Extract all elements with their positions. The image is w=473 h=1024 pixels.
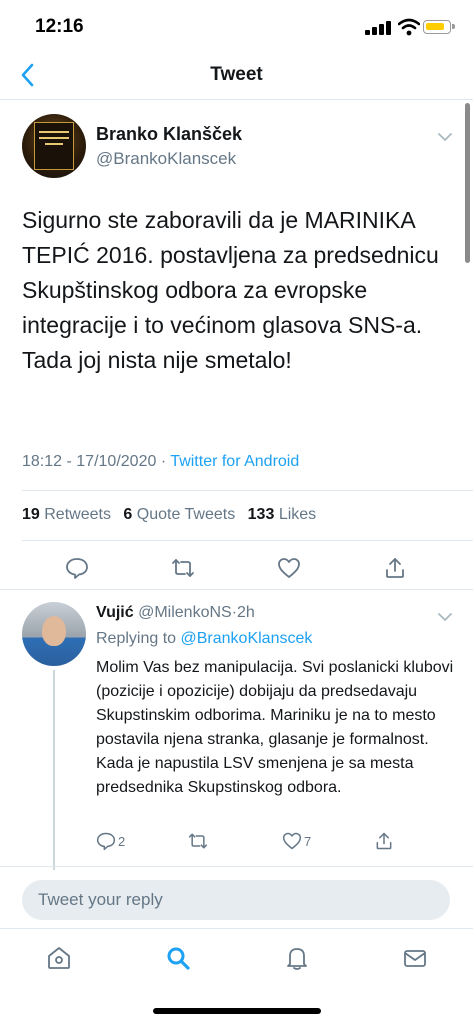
chevron-down-icon[interactable] [437,612,453,622]
thread-line [53,670,55,870]
reply-header: Vujić @MilenkoNS·2h [96,604,255,622]
share-icon[interactable] [383,556,407,580]
home-icon[interactable] [46,945,72,971]
likes-stat[interactable]: 133 Likes [248,506,317,523]
tweet-actions [0,552,473,592]
status-time: 12:16 [35,16,84,37]
home-indicator[interactable] [153,1008,321,1014]
page-title: Tweet [210,64,263,85]
reply-comment-button[interactable]: 2 [96,830,125,852]
tweet-timestamp: 18:12 - 17/10/2020 · Twitter for Android [22,453,300,470]
scrollbar[interactable] [465,103,470,263]
divider [0,589,473,590]
retweets-count: 19 [22,506,40,523]
reply-author-name[interactable]: Vujić [96,604,134,621]
retweet-icon [188,833,208,849]
tweet-time: 18:12 [22,453,63,470]
replying-label: Replying to [96,630,177,647]
tab-bar [0,928,473,990]
cellular-signal-icon [365,21,391,35]
divider [22,490,473,491]
battery-icon [423,20,455,34]
reply-input[interactable] [22,880,450,920]
author-handle[interactable]: @BrankoKlanscek [96,149,236,169]
reply-retweet-button[interactable] [188,830,208,852]
status-bar: 12:16 [0,0,473,52]
avatar[interactable] [22,602,86,666]
replying-to: Replying to @BrankoKlanscek [96,630,312,648]
comment-icon [96,832,116,851]
reply-text: Molim Vas bez manipulacija. Svi poslanic… [96,659,454,796]
like-count: 7 [304,833,312,849]
nav-header: Tweet [0,52,473,100]
search-icon[interactable] [165,945,191,971]
reply-like-button[interactable]: 7 [282,830,311,852]
quotes-count: 6 [123,506,133,523]
tweet-stats: 19 Retweets 6 Quote Tweets 133 Likes [22,506,316,524]
reply-age: 2h [237,604,255,621]
quotes-label: Quote Tweets [136,506,236,523]
reply-author-handle[interactable]: @MilenkoNS [138,604,232,621]
reply-share-button[interactable] [374,830,394,852]
reply-count: 2 [118,833,126,849]
author-name[interactable]: Branko Klanšček [96,124,242,145]
replying-to-mention[interactable]: @BrankoKlanscek [181,630,313,647]
reply-actions: 2 7 [96,830,466,854]
mail-icon[interactable] [402,945,428,971]
wifi-icon [398,18,420,36]
heart-icon[interactable] [277,556,301,580]
tweet-source-link[interactable]: Twitter for Android [170,453,299,470]
tweet-text: Sigurno ste zaboravili da je MARINIKA TE… [22,207,439,373]
book-cover-image [34,122,74,170]
retweets-stat[interactable]: 19 Retweets [22,506,111,523]
reply-composer [0,866,473,926]
divider [22,540,473,541]
likes-label: Likes [278,506,317,523]
likes-count: 133 [247,506,275,523]
meta-separator: · [160,453,167,470]
avatar[interactable] [22,114,86,178]
bell-icon[interactable] [284,945,310,971]
share-icon [376,832,392,850]
quote-tweets-stat[interactable]: 6 Quote Tweets [123,506,235,523]
chevron-down-icon[interactable] [437,132,453,142]
retweet-icon[interactable] [171,556,195,580]
tweet-date: 17/10/2020 [76,453,157,470]
heart-icon [282,832,302,850]
comment-icon[interactable] [65,556,89,580]
retweets-label: Retweets [44,506,111,523]
